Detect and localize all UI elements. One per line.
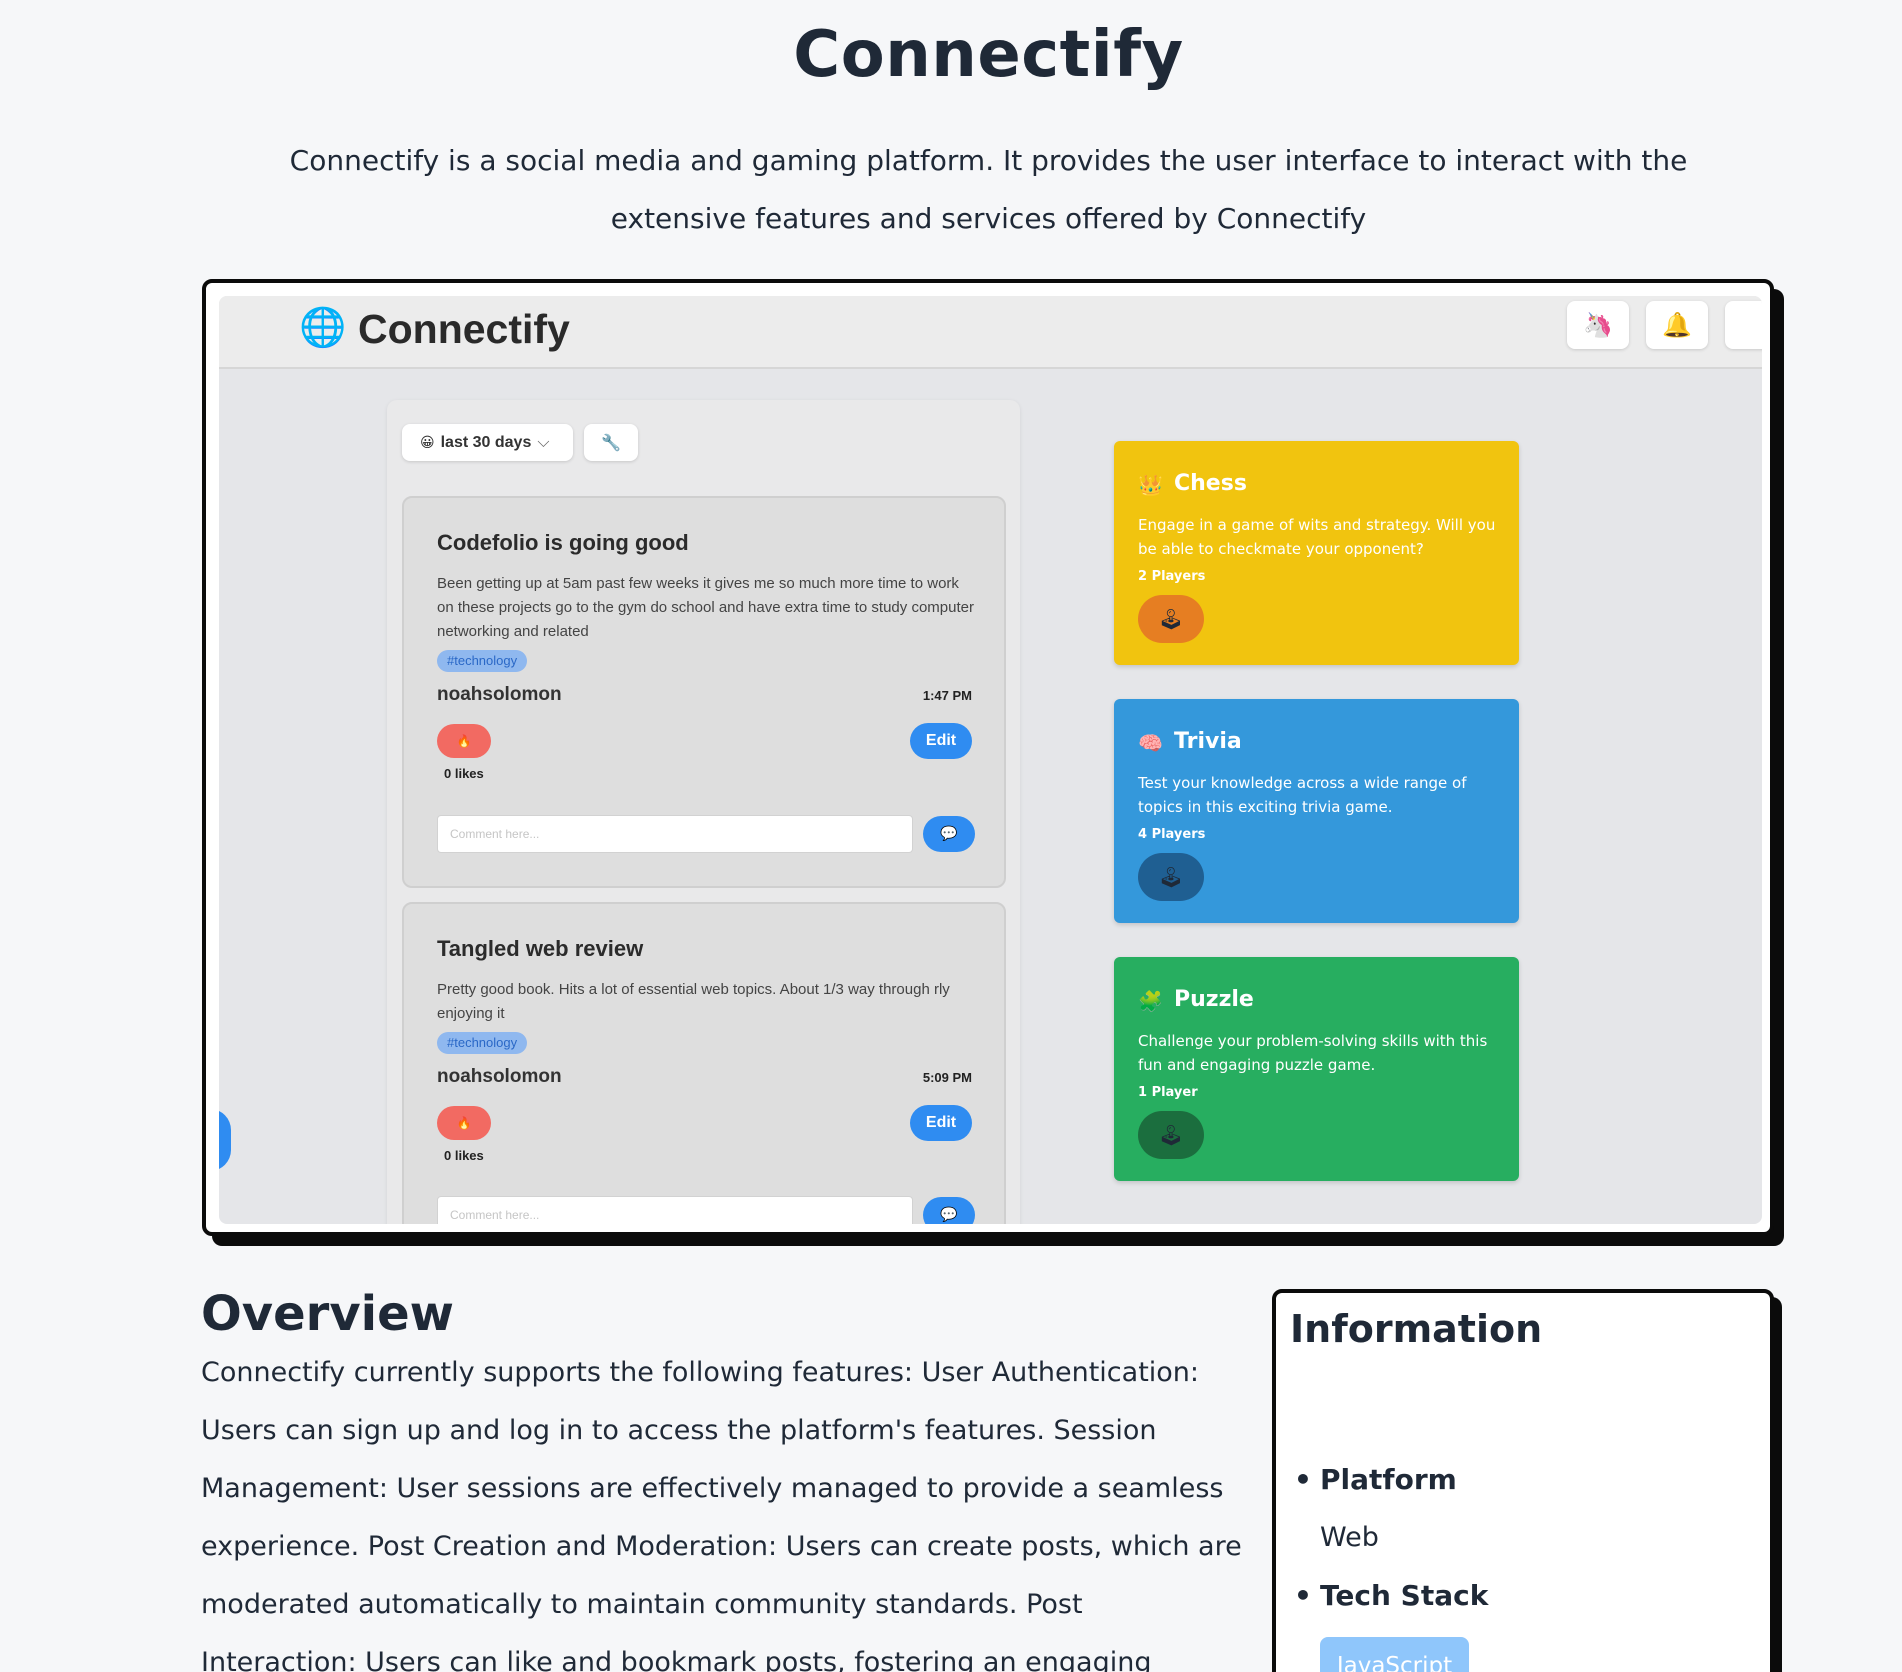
like-button[interactable]: 🔥 xyxy=(437,1106,491,1140)
game-players: 1 Player xyxy=(1138,1085,1198,1100)
unicorn-icon[interactable]: 🦄 xyxy=(1567,301,1629,349)
app-preview: 🌐 Connectify 🦄 🔔 😀 last 30 days ⌵ 🔧 Code… xyxy=(219,296,1762,1224)
comment-send-button[interactable]: 💬 xyxy=(923,1197,975,1224)
game-title: Chess xyxy=(1174,471,1247,496)
post-author[interactable]: noahsolomon xyxy=(437,684,562,706)
tech-stack-label: Tech Stack xyxy=(1320,1579,1489,1612)
post-tag[interactable]: #technology xyxy=(437,1032,528,1054)
joystick-icon: 🕹 xyxy=(1158,1123,1184,1147)
platform-label: Platform xyxy=(1320,1463,1457,1496)
tech-chip-javascript[interactable]: JavaScript xyxy=(1320,1637,1469,1672)
post-title: Codefolio is going good xyxy=(437,530,689,555)
like-button[interactable]: 🔥 xyxy=(437,724,491,758)
wrench-icon[interactable]: 🔧 xyxy=(584,424,638,461)
post-card: Tangled web review Pretty good book. Hit… xyxy=(402,902,1006,1224)
speech-bubble-icon: 💬 xyxy=(940,826,958,842)
edit-button[interactable]: Edit xyxy=(910,1105,972,1141)
game-description: Engage in a game of wits and strategy. W… xyxy=(1138,516,1496,558)
chevron-down-icon: ⌵ xyxy=(537,433,550,451)
post-card: Codefolio is going good Been getting up … xyxy=(402,496,1006,888)
game-title: Puzzle xyxy=(1174,987,1254,1012)
bell-icon[interactable]: 🔔 xyxy=(1646,301,1708,349)
post-body: Been getting up at 5am past few weeks it… xyxy=(437,575,974,640)
post-feed: 😀 last 30 days ⌵ 🔧 Codefolio is going go… xyxy=(387,400,1020,1224)
time-filter-dropdown[interactable]: 😀 last 30 days ⌵ xyxy=(402,424,573,461)
app-navbar: 🌐 Connectify 🦄 🔔 xyxy=(219,296,1762,369)
comment-send-button[interactable]: 💬 xyxy=(923,816,975,852)
nav-button-overflow[interactable] xyxy=(1725,301,1762,349)
joystick-icon: 🕹 xyxy=(1158,607,1184,631)
fire-icon: 🔥 xyxy=(456,734,472,748)
time-filter-label: last 30 days xyxy=(440,433,532,451)
face-icon: 😀 xyxy=(420,434,435,451)
globe-icon: 🌐 xyxy=(299,305,347,349)
overview-title: Overview xyxy=(201,1286,454,1342)
comment-input[interactable]: Comment here... xyxy=(437,815,913,853)
page-title: Connectify xyxy=(793,18,1184,92)
fire-icon: 🔥 xyxy=(456,1116,472,1130)
game-card-trivia[interactable]: 🧠 Trivia Test your knowledge across a wi… xyxy=(1114,699,1519,923)
game-description: Challenge your problem-solving skills wi… xyxy=(1138,1032,1488,1074)
page-description: Connectify is a social media and gaming … xyxy=(289,144,1688,235)
likes-count: 0 likes xyxy=(444,766,484,781)
floating-action-button[interactable] xyxy=(219,1109,231,1171)
post-title: Tangled web review xyxy=(437,936,644,961)
game-title: Trivia xyxy=(1174,729,1242,754)
post-tag[interactable]: #technology xyxy=(437,650,528,672)
list-bullet: • xyxy=(1294,1463,1312,1496)
edit-button[interactable]: Edit xyxy=(910,723,972,759)
play-button[interactable]: 🕹 xyxy=(1138,1111,1204,1159)
information-panel: Information • Platform Web • Tech Stack … xyxy=(1272,1289,1774,1672)
information-title: Information xyxy=(1290,1307,1543,1351)
likes-count: 0 likes xyxy=(444,1148,484,1163)
game-players: 4 Players xyxy=(1138,827,1206,842)
game-description: Test your knowledge across a wide range … xyxy=(1138,774,1467,816)
platform-value: Web xyxy=(1320,1522,1379,1553)
app-screenshot-frame: 🌐 Connectify 🦄 🔔 😀 last 30 days ⌵ 🔧 Code… xyxy=(202,279,1774,1236)
brain-icon: 🧠 xyxy=(1138,731,1163,755)
post-time: 1:47 PM xyxy=(922,688,972,703)
game-players: 2 Players xyxy=(1138,569,1206,584)
post-author[interactable]: noahsolomon xyxy=(437,1066,562,1088)
post-body: Pretty good book. Hits a lot of essentia… xyxy=(437,981,950,1022)
post-time: 5:09 PM xyxy=(922,1070,972,1085)
game-card-puzzle[interactable]: 🧩 Puzzle Challenge your problem-solving … xyxy=(1114,957,1519,1181)
play-button[interactable]: 🕹 xyxy=(1138,853,1204,901)
game-card-chess[interactable]: 👑 Chess Engage in a game of wits and str… xyxy=(1114,441,1519,665)
puzzle-icon: 🧩 xyxy=(1138,989,1163,1013)
play-button[interactable]: 🕹 xyxy=(1138,595,1204,643)
speech-bubble-icon: 💬 xyxy=(940,1207,958,1223)
joystick-icon: 🕹 xyxy=(1158,865,1184,889)
crown-icon: 👑 xyxy=(1138,473,1163,497)
app-brand[interactable]: Connectify xyxy=(358,306,570,353)
list-bullet: • xyxy=(1294,1579,1312,1612)
comment-input[interactable]: Comment here... xyxy=(437,1196,913,1224)
overview-body: Connectify currently supports the follow… xyxy=(201,1357,1242,1672)
